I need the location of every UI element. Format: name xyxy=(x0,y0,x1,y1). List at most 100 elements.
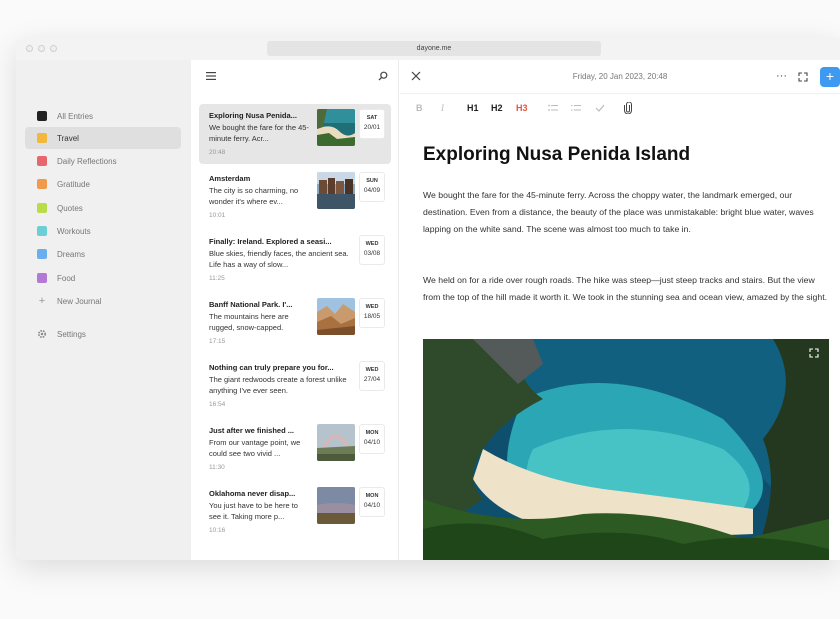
entry-list-item[interactable]: Finally: Ireland. Explored a seasi... Bl… xyxy=(199,230,391,290)
entry-date: 27/04 xyxy=(363,376,381,383)
sidebar-item-label: Travel xyxy=(57,133,79,143)
entry-preview: The giant redwoods create a forest unlik… xyxy=(209,375,347,395)
url-bar[interactable]: dayone.me xyxy=(267,41,601,56)
journal-color-swatch xyxy=(37,156,47,166)
italic-button[interactable]: I xyxy=(441,103,444,113)
sidebar-item-food[interactable]: Food xyxy=(25,267,181,289)
entry-time: 17:15 xyxy=(209,338,226,345)
h1-button[interactable]: H1 xyxy=(467,103,479,113)
entry-paragraph[interactable]: We held on for a ride over rough roads. … xyxy=(423,272,831,306)
entry-list-header xyxy=(191,60,399,94)
settings-button[interactable]: Settings xyxy=(25,323,181,345)
gear-icon xyxy=(37,329,47,339)
sidebar-item-label: Quotes xyxy=(57,203,83,213)
entry-title: Finally: Ireland. Explored a seasi... xyxy=(209,237,332,246)
journal-color-swatch xyxy=(37,273,47,283)
entry-list-item[interactable]: Nothing can truly prepare you for... The… xyxy=(199,356,391,416)
sidebar-item-label: Workouts xyxy=(57,226,91,236)
entry-weekday: WED xyxy=(365,241,379,247)
entry-weekday: MON xyxy=(365,493,379,499)
entry-preview: You just have to be here to see it. Taki… xyxy=(209,501,298,521)
expand-photo-icon[interactable] xyxy=(809,348,819,358)
entry-paragraph[interactable]: We bought the fare for the 45-minute fer… xyxy=(423,187,831,238)
entry-list-item[interactable]: Amsterdam The city is so charming, no wo… xyxy=(199,167,391,227)
plus-icon: + xyxy=(825,68,835,84)
bullet-list-icon[interactable] xyxy=(548,104,558,112)
attachment-icon[interactable] xyxy=(624,102,632,114)
h2-button[interactable]: H2 xyxy=(491,103,503,113)
entry-date: 03/08 xyxy=(363,250,381,257)
maximize-window-dot[interactable] xyxy=(50,45,57,52)
entry-heading[interactable]: Exploring Nusa Penida Island xyxy=(423,144,690,166)
entry-preview: We bought the fare for the 45-minute fer… xyxy=(209,123,309,143)
more-icon[interactable]: ··· xyxy=(776,70,787,82)
entry-thumbnail xyxy=(317,172,355,209)
journal-color-swatch xyxy=(37,249,47,259)
entry-title: Banff National Park. I'... xyxy=(209,300,293,309)
entry-time: 10:01 xyxy=(209,212,226,219)
entry-title: Amsterdam xyxy=(209,174,251,183)
entry-time: 20:48 xyxy=(209,149,226,156)
sidebar-item-all-entries[interactable]: All Entries xyxy=(25,105,181,127)
entry-date: 04/10 xyxy=(363,439,381,446)
entry-title: Nothing can truly prepare you for... xyxy=(209,363,334,372)
app-window: dayone.me All Entries Travel Daily Refle… xyxy=(16,38,840,560)
checklist-icon[interactable] xyxy=(595,104,605,112)
entry-list-panel: Exploring Nusa Penida... We bought the f… xyxy=(191,60,399,560)
entry-thumbnail xyxy=(317,298,355,335)
entry-weekday: SAT xyxy=(366,115,378,121)
entry-list-item[interactable]: Oklahoma never disap... You just have to… xyxy=(199,482,391,542)
entry-date-badge: SAT 20/01 xyxy=(359,109,385,139)
h3-button[interactable]: H3 xyxy=(516,103,528,113)
entry-preview: The mountains here are rugged, snow-capp… xyxy=(209,312,289,332)
page-background: dayone.me All Entries Travel Daily Refle… xyxy=(0,0,840,619)
entry-date: 04/09 xyxy=(363,187,381,194)
close-icon[interactable] xyxy=(411,71,421,81)
numbered-list-icon[interactable] xyxy=(571,104,581,112)
browser-titlebar: dayone.me xyxy=(16,38,840,60)
sidebar-item-label: Daily Reflections xyxy=(57,156,117,166)
sidebar-item-daily-reflections[interactable]: Daily Reflections xyxy=(25,150,181,172)
sidebar-item-travel[interactable]: Travel xyxy=(25,127,181,149)
entry-time: 10:16 xyxy=(209,527,226,534)
journal-color-swatch xyxy=(37,133,47,143)
minimize-window-dot[interactable] xyxy=(38,45,45,52)
entry-list-item[interactable]: Exploring Nusa Penida... We bought the f… xyxy=(199,104,391,164)
sidebar-item-quotes[interactable]: Quotes xyxy=(25,197,181,219)
menu-icon[interactable] xyxy=(206,72,216,80)
entry-editor: Friday, 20 Jan 2023, 20:48 ··· + B I H1 … xyxy=(400,60,840,560)
new-journal-button[interactable]: + New Journal xyxy=(25,290,181,312)
settings-label: Settings xyxy=(57,329,86,339)
entry-weekday: MON xyxy=(365,430,379,436)
sidebar-item-label: Dreams xyxy=(57,249,86,259)
window-controls xyxy=(26,45,57,52)
entry-list-item[interactable]: Banff National Park. I'... The mountains… xyxy=(199,293,391,353)
add-entry-button[interactable]: + xyxy=(820,67,840,87)
entry-thumbnail xyxy=(317,487,355,524)
search-icon[interactable] xyxy=(378,71,388,81)
sidebar-item-dreams[interactable]: Dreams xyxy=(25,243,181,265)
entry-date: 04/10 xyxy=(363,502,381,509)
entry-weekday: SUN xyxy=(366,178,378,184)
journal-color-swatch xyxy=(37,203,47,213)
entry-date-badge: SUN 04/09 xyxy=(359,172,385,202)
bold-button[interactable]: B xyxy=(416,103,423,113)
sidebar-item-workouts[interactable]: Workouts xyxy=(25,220,181,242)
entry-datetime[interactable]: Friday, 20 Jan 2023, 20:48 xyxy=(550,72,690,81)
journal-color-swatch xyxy=(37,179,47,189)
entry-photo[interactable] xyxy=(423,339,829,560)
entry-date-badge: MON 04/10 xyxy=(359,487,385,517)
sidebar-item-gratitude[interactable]: Gratitude xyxy=(25,173,181,195)
entry-weekday: WED xyxy=(365,304,379,310)
entry-date-badge: MON 04/10 xyxy=(359,424,385,454)
entry-thumbnail xyxy=(317,424,355,461)
entry-preview: Blue skies, friendly faces, the ancient … xyxy=(209,249,349,269)
sidebar-item-label: Gratitude xyxy=(57,179,90,189)
expand-icon[interactable] xyxy=(798,72,808,82)
journal-color-swatch xyxy=(37,111,47,121)
entry-title: Oklahoma never disap... xyxy=(209,489,296,498)
new-journal-label: New Journal xyxy=(57,296,102,306)
beach-cove-illustration xyxy=(423,339,829,560)
entry-list-item[interactable]: Just after we finished ... From our vant… xyxy=(199,419,391,479)
close-window-dot[interactable] xyxy=(26,45,33,52)
